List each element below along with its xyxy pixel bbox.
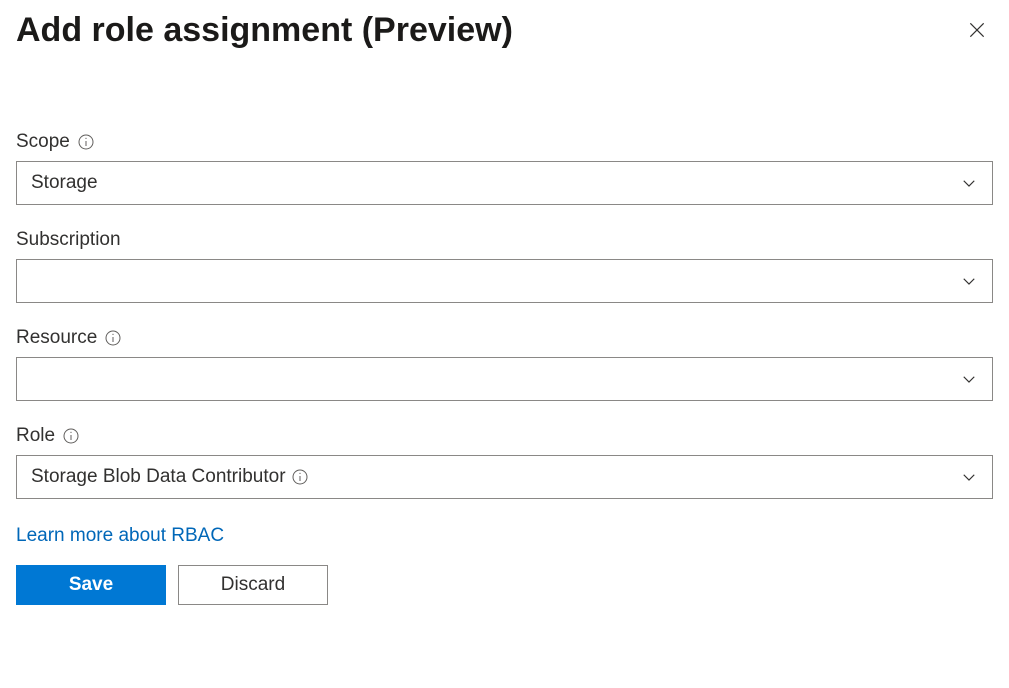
field-subscription: Subscription xyxy=(16,229,993,303)
field-resource: Resource xyxy=(16,327,993,401)
role-dropdown[interactable]: Storage Blob Data Contributor xyxy=(16,455,993,499)
close-icon xyxy=(967,20,987,40)
info-icon[interactable] xyxy=(292,469,308,485)
scope-dropdown-value: Storage xyxy=(31,172,98,194)
field-scope: Scope Storage xyxy=(16,131,993,205)
add-role-assignment-panel: Add role assignment (Preview) Scope Stor… xyxy=(0,0,1009,688)
field-scope-label-row: Scope xyxy=(16,131,993,153)
info-icon[interactable] xyxy=(105,330,121,346)
chevron-down-icon xyxy=(960,272,978,290)
discard-button[interactable]: Discard xyxy=(178,565,328,605)
panel-header: Add role assignment (Preview) xyxy=(16,10,993,51)
footer-buttons: Save Discard xyxy=(16,565,993,605)
chevron-down-icon xyxy=(960,174,978,192)
field-resource-label-row: Resource xyxy=(16,327,993,349)
field-subscription-label: Subscription xyxy=(16,229,121,251)
field-role-label-row: Role xyxy=(16,425,993,447)
scope-dropdown[interactable]: Storage xyxy=(16,161,993,205)
close-button[interactable] xyxy=(961,14,993,46)
panel-title: Add role assignment (Preview) xyxy=(16,10,513,51)
field-role-label: Role xyxy=(16,425,55,447)
field-subscription-label-row: Subscription xyxy=(16,229,993,251)
subscription-dropdown[interactable] xyxy=(16,259,993,303)
field-resource-label: Resource xyxy=(16,327,97,349)
field-role: Role Storage Blob Data Contributor xyxy=(16,425,993,499)
learn-more-link[interactable]: Learn more about RBAC xyxy=(16,525,224,547)
info-icon[interactable] xyxy=(63,428,79,444)
resource-dropdown[interactable] xyxy=(16,357,993,401)
field-scope-label: Scope xyxy=(16,131,70,153)
role-dropdown-value: Storage Blob Data Contributor xyxy=(31,466,286,488)
info-icon[interactable] xyxy=(78,134,94,150)
save-button[interactable]: Save xyxy=(16,565,166,605)
chevron-down-icon xyxy=(960,370,978,388)
chevron-down-icon xyxy=(960,468,978,486)
